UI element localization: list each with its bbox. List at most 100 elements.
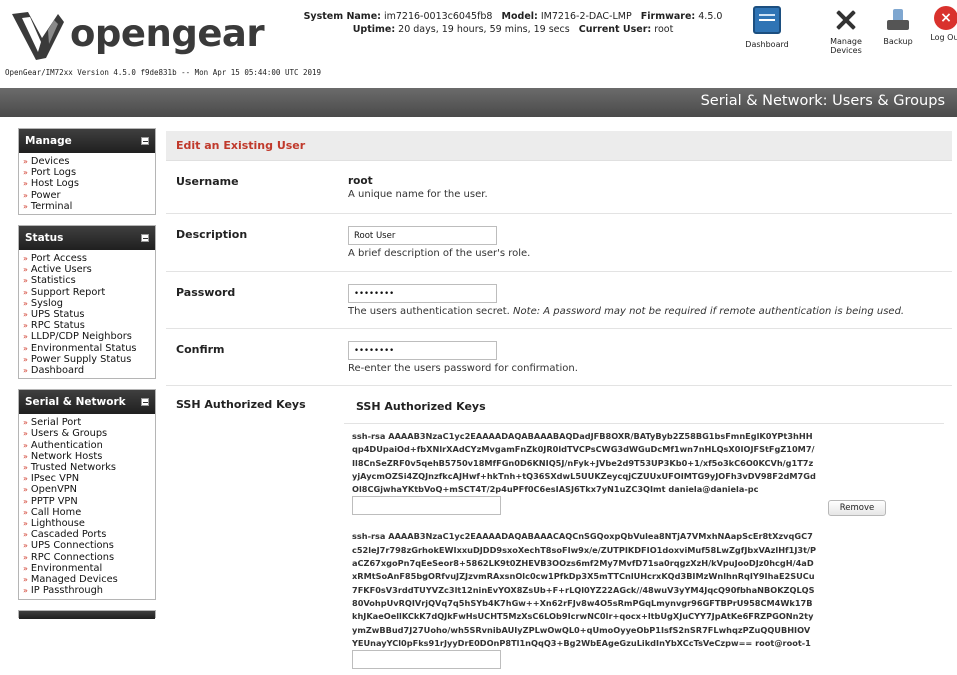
sidebar-item-label: Active Users [30, 264, 92, 276]
password-hint: The users authentication secret. Note: A… [348, 306, 904, 317]
sidebar-item-serial-port[interactable]: » Serial Port [23, 417, 155, 428]
sidebar-item-managed-devices[interactable]: » Managed Devices [23, 574, 155, 585]
ssh-keys-title: SSH Authorized Keys [344, 392, 944, 424]
bullet-arrow-icon: » [23, 440, 28, 450]
sidebar-item-statistics[interactable]: » Statistics [23, 275, 155, 286]
sidebar-item-active-users[interactable]: » Active Users [23, 264, 155, 275]
sidebar-status-box: Status » Port Access» Active Users» Statist… [18, 225, 156, 380]
sidebar-item-label: PPTP VPN [30, 495, 78, 507]
sidebar-item-label: IP Passthrough [30, 585, 103, 597]
sidebar-item-port-access[interactable]: » Port Access [23, 253, 155, 264]
sidebar-item-trusted-networks[interactable]: » Trusted Networks [23, 462, 155, 473]
sidebar-item-support-report[interactable]: » Support Report [23, 287, 155, 298]
uptime-value: 20 days, 19 hours, 59 mins, 19 secs [398, 24, 570, 35]
sidebar-item-power[interactable]: » Power [23, 190, 155, 201]
sidebar-status-header[interactable]: Status [19, 226, 155, 251]
sidebar-item-openvpn[interactable]: » OpenVPN [23, 484, 155, 495]
sidebar-item-label: Environmental Status [30, 342, 137, 354]
description-field: A brief description of the user's role. [348, 226, 530, 259]
sidebar-item-label: Managed Devices [30, 574, 118, 586]
bullet-arrow-icon: » [23, 310, 28, 320]
section-title: Edit an Existing User [166, 131, 952, 161]
sidebar-item-network-hosts[interactable]: » Network Hosts [23, 451, 155, 462]
sidebar-item-label: Support Report [30, 286, 106, 298]
bullet-arrow-icon: » [23, 451, 28, 461]
opengear-logo-icon [12, 12, 64, 60]
sidebar-item-pptp-vpn[interactable]: » PPTP VPN [23, 496, 155, 507]
bullet-arrow-icon: » [23, 552, 28, 562]
title-bar: Serial & Network: Users & Groups [0, 88, 957, 117]
backup-button[interactable]: Backup [880, 6, 916, 46]
sidebar-next-box [18, 609, 156, 619]
sidebar-item-cascaded-ports[interactable]: » Cascaded Ports [23, 529, 155, 540]
bullet-arrow-icon: » [23, 418, 28, 428]
collapse-icon[interactable] [141, 137, 149, 145]
sidebar-item-label: OpenVPN [30, 484, 78, 496]
confirm-hint: Re-enter the users password for confirma… [348, 363, 578, 374]
sidebar-item-port-logs[interactable]: » Port Logs [23, 167, 155, 178]
sidebar-item-label: Statistics [30, 275, 76, 287]
opengear-logo[interactable]: opengear [8, 8, 278, 64]
ssh-keys-label: SSH Authorized Keys [176, 398, 306, 411]
bullet-arrow-icon: » [23, 332, 28, 342]
confirm-input[interactable] [348, 341, 497, 360]
username-value: root [348, 175, 373, 187]
sidebar-item-label: Environmental [30, 562, 103, 574]
manage-devices-button[interactable]: Manage Devices [826, 6, 866, 55]
dashboard-button[interactable]: Dashboard [740, 6, 794, 49]
sidebar-item-ip-passthrough[interactable]: » IP Passthrough [23, 585, 155, 596]
collapse-icon[interactable] [141, 234, 149, 243]
sidebar-item-users-groups[interactable]: » Users & Groups [23, 428, 155, 439]
sidebar-item-terminal[interactable]: » Terminal [23, 201, 155, 212]
ssh-key-text: ssh-rsa AAAAB3NzaC1yc2EAAAADAQABAAABAQDa… [352, 431, 816, 495]
logout-button[interactable]: × Log Out [926, 6, 957, 42]
description-row: Description A brief description of the u… [166, 214, 952, 272]
sidebar-item-environmental-status[interactable]: » Environmental Status [23, 343, 155, 354]
sidebar-item-call-home[interactable]: » Call Home [23, 507, 155, 518]
sidebar-next-header[interactable] [19, 610, 155, 619]
password-input[interactable] [348, 284, 497, 303]
sidebar-item-host-logs[interactable]: » Host Logs [23, 178, 155, 189]
sidebar-status-title: Status [25, 232, 64, 245]
header: opengear OpenGear/IM72xx Version 4.5.0 f… [0, 0, 957, 88]
sidebar-item-lighthouse[interactable]: » Lighthouse [23, 518, 155, 529]
sidebar-item-label: Port Access [30, 253, 87, 265]
sidebar-item-ipsec-vpn[interactable]: » IPsec VPN [23, 473, 155, 484]
system-name-value: im7216-0013c6045fb8 [383, 11, 493, 22]
bullet-arrow-icon: » [23, 254, 28, 264]
sidebar-item-label: UPS Status [30, 309, 85, 321]
sidebar-item-authentication[interactable]: » Authentication [23, 440, 155, 451]
ssh-key-input[interactable] [352, 650, 501, 670]
ssh-key-input[interactable] [352, 496, 501, 516]
sidebar-serial-network-header[interactable]: Serial & Network [19, 390, 155, 415]
main-content: Edit an Existing User Username root A un… [166, 131, 952, 675]
remove-key-button[interactable]: Remove [828, 500, 886, 517]
bullet-arrow-icon: » [23, 519, 28, 529]
description-input[interactable] [348, 226, 497, 245]
confirm-label: Confirm [176, 343, 225, 356]
sidebar-item-devices[interactable]: » Devices [23, 156, 155, 167]
description-hint: A brief description of the user's role. [348, 248, 531, 259]
bullet-arrow-icon: » [23, 496, 28, 506]
sidebar-item-label: Call Home [30, 506, 82, 518]
bullet-arrow-icon: » [23, 485, 28, 495]
sidebar-item-syslog[interactable]: » Syslog [23, 298, 155, 309]
sidebar-item-lldp-cdp-neighbors[interactable]: » LLDP/CDP Neighbors [23, 331, 155, 342]
sidebar-manage-list: » Devices» Port Logs» Host Logs» Power» Termi… [19, 153, 155, 214]
sidebar-item-ups-connections[interactable]: » UPS Connections [23, 540, 155, 551]
sidebar-manage-header[interactable]: Manage [19, 129, 155, 153]
description-label: Description [176, 228, 248, 241]
sidebar-item-environmental[interactable]: » Environmental [23, 563, 155, 574]
sidebar-item-label: Lighthouse [30, 518, 85, 530]
sidebar-item-dashboard[interactable]: » Dashboard [23, 365, 155, 376]
sidebar-item-label: Dashboard [30, 365, 85, 377]
sidebar-item-rpc-status[interactable]: » RPC Status [23, 320, 155, 331]
sidebar-item-ups-status[interactable]: » UPS Status [23, 309, 155, 320]
sidebar-item-rpc-connections[interactable]: » RPC Connections [23, 552, 155, 563]
sidebar-item-power-supply-status[interactable]: » Power Supply Status [23, 354, 155, 365]
backup-label: Backup [883, 37, 913, 46]
sidebar-item-label: Syslog [30, 297, 63, 309]
model-label: Model: [501, 11, 538, 22]
collapse-icon[interactable] [141, 398, 149, 407]
password-row: Password The users authentication secret… [166, 272, 952, 329]
